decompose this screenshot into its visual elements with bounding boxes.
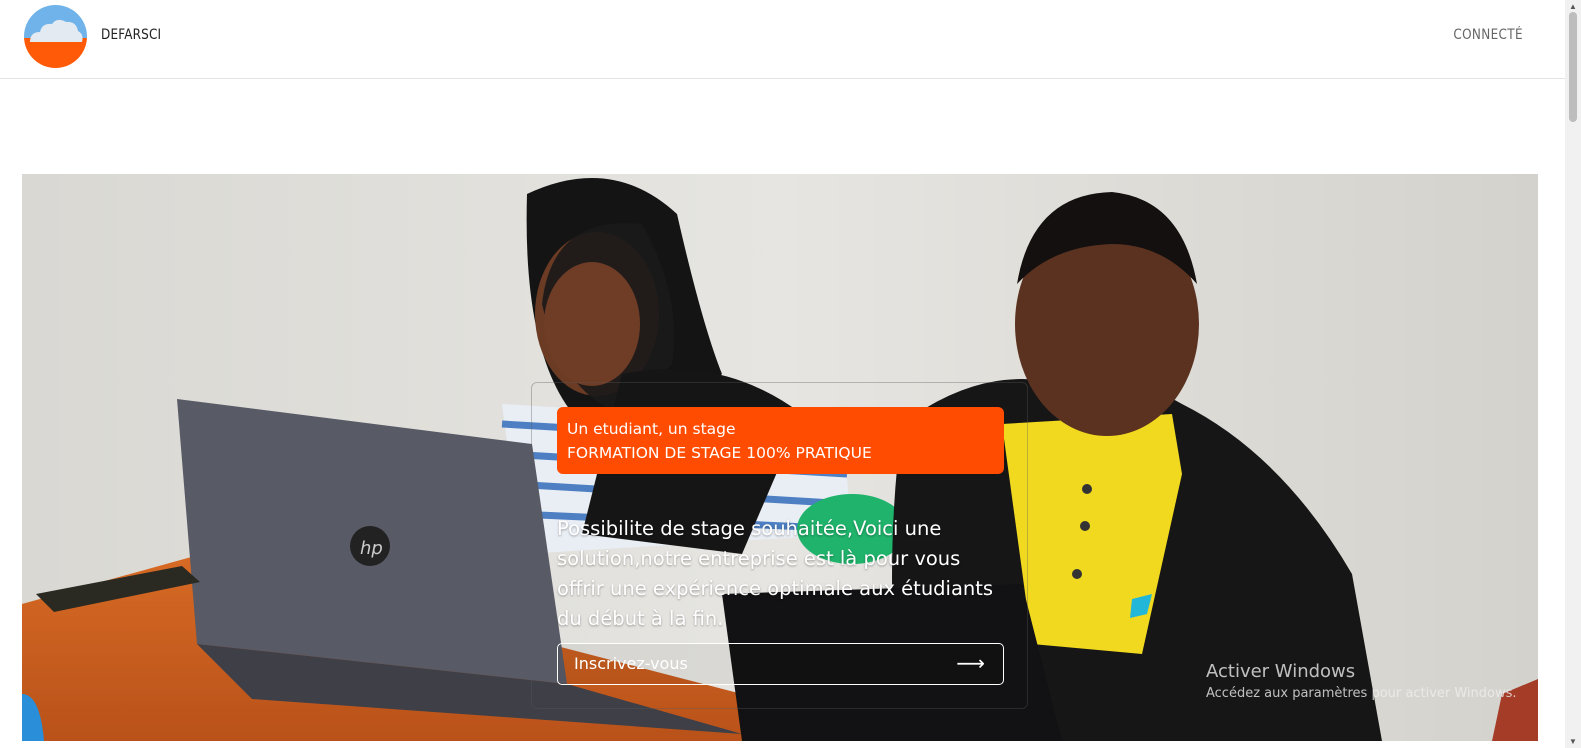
hero-tagline: Un etudiant, un stage xyxy=(567,420,736,438)
svg-text:hp: hp xyxy=(360,538,383,559)
scroll-thumb[interactable] xyxy=(1569,12,1577,122)
signup-button-label: Inscrivez-vous xyxy=(574,654,688,673)
scroll-up-arrow-icon[interactable]: ▲ xyxy=(1569,2,1577,11)
watermark-subtitle: Accédez aux paramètres pour activer Wind… xyxy=(1206,686,1517,701)
hero-headline: FORMATION DE STAGE 100% PRATIQUE xyxy=(567,444,872,462)
connect-link[interactable]: CONNECTÉ xyxy=(1453,27,1523,43)
arrow-right-icon: ⟶ xyxy=(956,651,985,675)
hero-tag-box: Un etudiant, un stage FORMATION DE STAGE… xyxy=(557,407,1004,474)
cloud-logo-icon[interactable] xyxy=(24,5,87,68)
watermark-title: Activer Windows xyxy=(1206,661,1356,682)
page-scrollbar[interactable]: ▲ ▼ xyxy=(1565,0,1581,748)
hero-banner: hp Un etudiant, un stage FORMATION DE ST… xyxy=(22,174,1538,741)
scroll-down-arrow-icon[interactable]: ▼ xyxy=(1569,737,1577,746)
top-navbar: DEFARSCI CONNECTÉ xyxy=(0,0,1565,79)
windows-activation-watermark: Activer Windows Accédez aux paramètres p… xyxy=(1206,660,1517,704)
signup-button[interactable]: Inscrivez-vous ⟶ xyxy=(557,643,1004,685)
brand-name[interactable]: DEFARSCI xyxy=(101,27,161,43)
hero-description: Possibilite de stage souhaitée,Voici une… xyxy=(557,517,994,630)
